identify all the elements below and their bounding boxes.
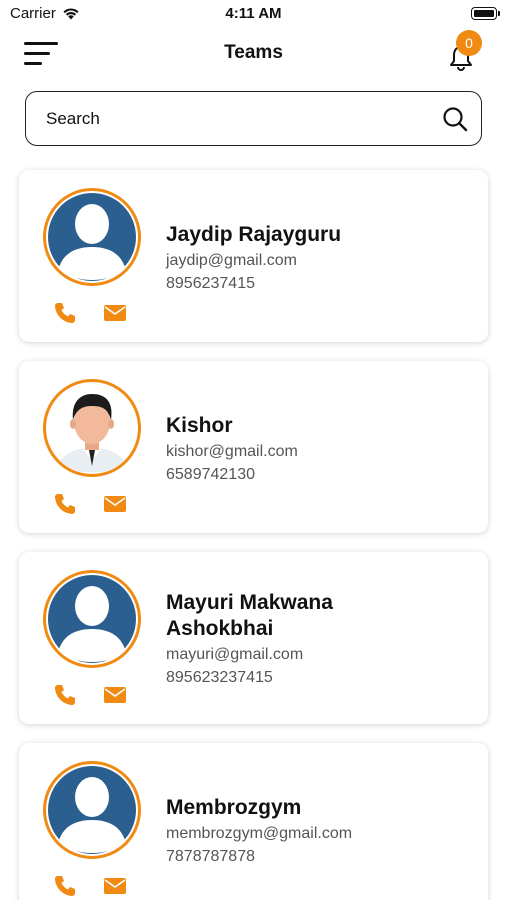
- member-email: membrozgym@gmail.com: [166, 825, 353, 842]
- member-phone: 8956237415: [166, 275, 255, 292]
- member-info: Membrozgym membrozgym@gmail.com 78787878…: [166, 795, 466, 868]
- mail-icon[interactable]: [103, 303, 127, 323]
- teams-screen: Carrier 4:11 AM Teams 0 Search Jaydip Ra…: [0, 0, 507, 900]
- team-member-card[interactable]: Kishor kishor@gmail.com 6589742130: [19, 361, 488, 533]
- notification-count-badge: 0: [456, 30, 482, 56]
- member-email: jaydip@gmail.com: [166, 252, 297, 269]
- battery-icon: [471, 7, 500, 20]
- team-member-card[interactable]: Jaydip Rajayguru jaydip@gmail.com 895623…: [19, 170, 488, 342]
- member-info: Mayuri Makwana Ashokbhai mayuri@gmail.co…: [166, 590, 466, 689]
- member-phone: 895623237415: [166, 669, 273, 686]
- member-info: Jaydip Rajayguru jaydip@gmail.com 895623…: [166, 222, 466, 295]
- team-member-card[interactable]: Mayuri Makwana Ashokbhai mayuri@gmail.co…: [19, 552, 488, 724]
- default-avatar-icon: [43, 188, 141, 286]
- status-bar: Carrier 4:11 AM: [0, 0, 507, 28]
- member-name: Jaydip Rajayguru: [166, 223, 342, 246]
- member-phone: 6589742130: [166, 466, 255, 483]
- nav-bar: Teams 0: [0, 28, 507, 80]
- mail-icon[interactable]: [103, 685, 127, 705]
- member-info: Kishor kishor@gmail.com 6589742130: [166, 413, 466, 486]
- search-bar: [25, 91, 482, 146]
- page-title: Teams: [224, 42, 283, 63]
- phone-icon[interactable]: [53, 301, 77, 325]
- status-time: 4:11 AM: [225, 5, 282, 22]
- member-phone: 7878787878: [166, 848, 255, 865]
- mail-icon[interactable]: [103, 494, 127, 514]
- phone-icon[interactable]: [53, 683, 77, 707]
- default-avatar-icon: [43, 761, 141, 859]
- phone-icon[interactable]: [53, 492, 77, 516]
- team-member-card[interactable]: Membrozgym membrozgym@gmail.com 78787878…: [19, 743, 488, 900]
- member-email: mayuri@gmail.com: [166, 646, 304, 663]
- search-icon[interactable]: [441, 105, 469, 133]
- member-name: Mayuri Makwana Ashokbhai: [166, 591, 333, 640]
- default-avatar-icon: [43, 570, 141, 668]
- mail-icon[interactable]: [103, 876, 127, 896]
- member-email: kishor@gmail.com: [166, 443, 298, 460]
- search-input[interactable]: [44, 107, 441, 130]
- person-photo-avatar: [43, 379, 141, 477]
- member-name: Kishor: [166, 414, 233, 437]
- member-name: Membrozgym: [166, 796, 302, 819]
- phone-icon[interactable]: [53, 874, 77, 898]
